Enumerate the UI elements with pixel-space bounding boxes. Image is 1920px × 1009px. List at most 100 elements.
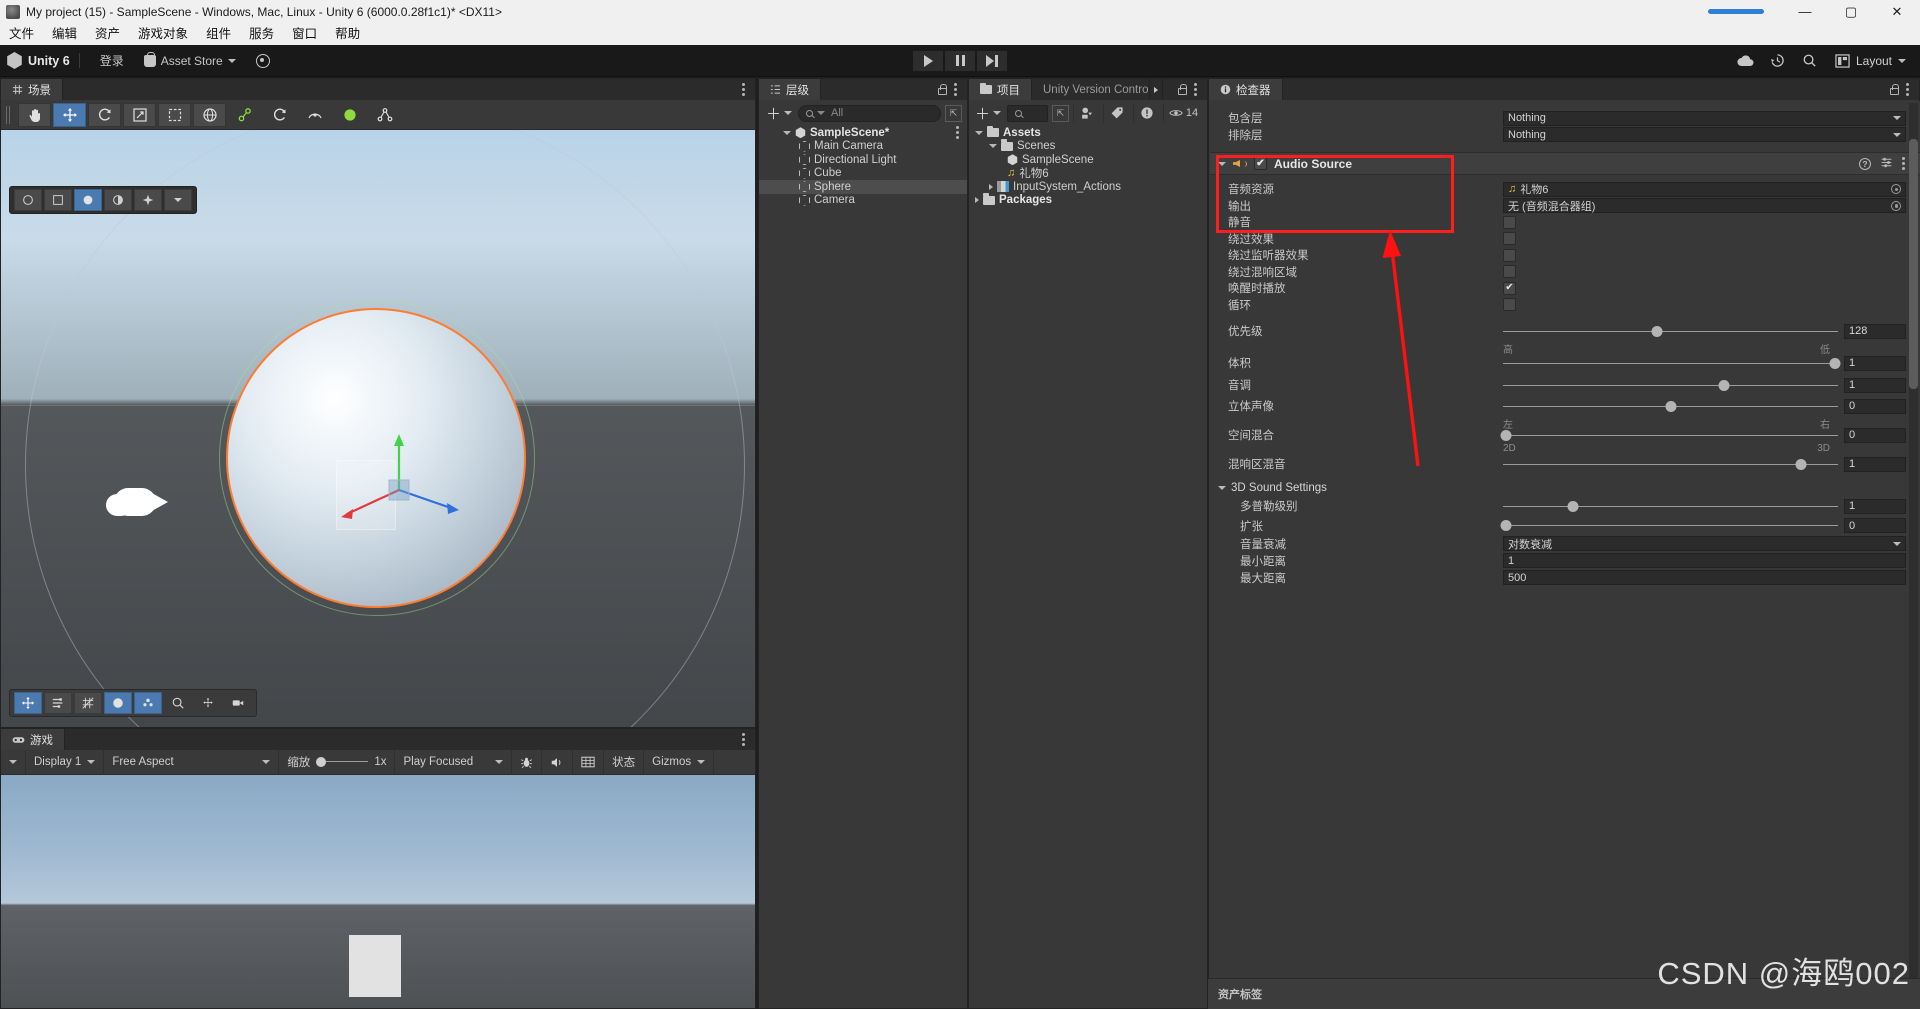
menu-item-help[interactable]: 帮助 (326, 23, 369, 45)
rotate-alt-tool-button[interactable] (263, 103, 296, 127)
mute-checkbox[interactable] (1503, 215, 1516, 229)
pause-button[interactable] (944, 49, 976, 72)
priority-value[interactable]: 128 (1844, 323, 1906, 339)
hand-tool-button[interactable] (18, 102, 51, 127)
component-options-icon[interactable] (1902, 162, 1905, 165)
tab-inspector[interactable]: 检查器 (1209, 79, 1283, 100)
sound3d-section-header[interactable]: 3D Sound Settings (1210, 479, 1920, 496)
bypass-listener-effects-checkbox[interactable] (1503, 248, 1516, 262)
overlay-shading-button[interactable] (14, 189, 42, 211)
bottom-camera-button[interactable] (224, 692, 252, 714)
project-item-audio-clip[interactable]: ♫ 礼物6 (969, 167, 1207, 180)
doppler-level-slider[interactable] (1503, 499, 1838, 514)
help-icon[interactable]: ? (1859, 157, 1871, 170)
bottom-settings-button[interactable] (44, 692, 72, 714)
project-options-icon[interactable] (1194, 88, 1197, 91)
search-button[interactable] (1795, 49, 1825, 73)
move-tool-button[interactable] (53, 102, 86, 127)
tab-version-control[interactable]: Unity Version Control (1032, 79, 1150, 100)
filter-by-type-button[interactable] (1073, 103, 1099, 123)
stereo-pan-value[interactable]: 0 (1844, 398, 1906, 414)
inspector-scroll-thumb[interactable] (1909, 139, 1918, 389)
preset-icon[interactable] (1880, 156, 1893, 172)
project-item-packages[interactable]: Packages (969, 193, 1207, 208)
chevron-right-icon[interactable] (975, 197, 979, 204)
audio-source-component-header[interactable]: Audio Source ? (1210, 152, 1920, 175)
close-button[interactable]: ✕ (1874, 0, 1920, 23)
bottom-shading-button[interactable] (104, 692, 132, 714)
menu-item-gameobject[interactable]: 游戏对象 (129, 23, 197, 45)
hierarchy-search-input[interactable]: All (798, 104, 941, 122)
output-object-field[interactable]: 无 (音频混合器组) (1503, 198, 1906, 214)
bypass-effects-checkbox[interactable] (1503, 232, 1516, 246)
maximize-on-play-button[interactable] (512, 749, 543, 775)
project-item-samplescene[interactable]: SampleScene (969, 153, 1207, 167)
inspector-options-icon[interactable] (1906, 88, 1909, 91)
toolbar-grip[interactable] (6, 105, 12, 124)
chevron-down-icon[interactable] (1218, 161, 1226, 166)
cloud-button[interactable] (1731, 49, 1761, 73)
project-item-scenes[interactable]: Scenes (969, 139, 1207, 154)
hierarchy-root-row[interactable]: SampleScene* (759, 126, 967, 140)
tab-scene[interactable]: 场景 (1, 79, 63, 100)
menu-item-component[interactable]: 组件 (197, 23, 240, 45)
hierarchy-expand-button[interactable]: ⇱ (945, 104, 962, 122)
include-layers-dropdown[interactable]: Nothing (1503, 110, 1906, 126)
stereo-pan-slider[interactable] (1503, 399, 1838, 414)
min-distance-input[interactable]: 1 (1503, 553, 1906, 568)
spread-slider[interactable] (1500, 518, 1838, 533)
project-search-input[interactable] (1007, 104, 1048, 122)
chevron-down-icon[interactable] (783, 130, 791, 135)
menu-item-assets[interactable]: 资产 (86, 23, 129, 45)
scale-slider-group[interactable]: 缩放 1x (279, 749, 396, 775)
volume-value[interactable]: 1 (1844, 355, 1906, 371)
overlay-more-button[interactable] (164, 189, 192, 211)
tab-scroll-right-button[interactable] (1150, 79, 1163, 100)
mute-audio-button[interactable] (542, 749, 574, 775)
scene-row-options-icon[interactable] (956, 131, 959, 135)
rotate-tool-button[interactable] (88, 102, 121, 127)
game-aspect-dropdown-left[interactable] (1, 749, 26, 775)
spatial-blend-slider[interactable] (1500, 428, 1838, 443)
spread-value[interactable]: 0 (1844, 518, 1906, 533)
bottom-gizmos-button[interactable] (134, 692, 162, 714)
tab-hierarchy[interactable]: 层级 (759, 79, 821, 100)
project-expand-button[interactable]: ⇱ (1052, 104, 1069, 122)
scale-tool-button[interactable] (123, 102, 156, 127)
chevron-down-icon[interactable] (1218, 485, 1226, 490)
error-filter-button[interactable] (1133, 103, 1159, 123)
hierarchy-item-main-camera[interactable]: Main Camera (759, 140, 967, 154)
overlay-effects-button[interactable] (134, 189, 162, 211)
visibility-count-button[interactable]: 14 (1163, 103, 1203, 123)
menu-item-file[interactable]: 文件 (0, 23, 43, 45)
reverb-zone-mix-slider[interactable] (1503, 457, 1838, 472)
settings-ring-button[interactable] (246, 49, 280, 73)
menu-item-window[interactable]: 窗口 (283, 23, 326, 45)
display-dropdown[interactable]: Display 1 (26, 749, 105, 775)
max-distance-input[interactable]: 500 (1503, 570, 1906, 585)
loop-checkbox[interactable] (1503, 298, 1516, 312)
overlay-solid-button[interactable] (74, 189, 102, 211)
audio-source-enabled-checkbox[interactable] (1254, 157, 1267, 170)
asset-store-button[interactable]: Asset Store (134, 49, 246, 73)
spatial-blend-value[interactable]: 0 (1844, 427, 1906, 443)
doppler-level-value[interactable]: 1 (1844, 498, 1906, 514)
menu-item-edit[interactable]: 编辑 (43, 23, 86, 45)
play-on-awake-checkbox[interactable] (1503, 281, 1516, 295)
overlay-shaded-button[interactable] (104, 189, 132, 211)
bottom-move-gizmo-button[interactable] (14, 692, 42, 714)
stats-grid-button[interactable] (573, 749, 605, 775)
pitch-value[interactable]: 1 (1844, 377, 1906, 393)
minimize-button[interactable]: — (1782, 0, 1828, 23)
signin-button[interactable]: 登录 (90, 49, 134, 73)
project-item-assets[interactable]: Assets (969, 125, 1207, 140)
bypass-reverb-zones-checkbox[interactable] (1503, 265, 1516, 279)
object-picker-icon[interactable] (1891, 184, 1901, 195)
overlay-wire-button[interactable] (44, 189, 72, 211)
hierarchy-item-directional-light[interactable]: Directional Light (759, 153, 967, 167)
aspect-dropdown[interactable]: Free Aspect (104, 749, 280, 775)
chevron-down-icon[interactable] (989, 144, 997, 149)
create-asset-button[interactable]: ＋ (973, 103, 1003, 124)
bottom-pivot-button[interactable] (194, 692, 222, 714)
history-button[interactable] (1763, 49, 1793, 73)
